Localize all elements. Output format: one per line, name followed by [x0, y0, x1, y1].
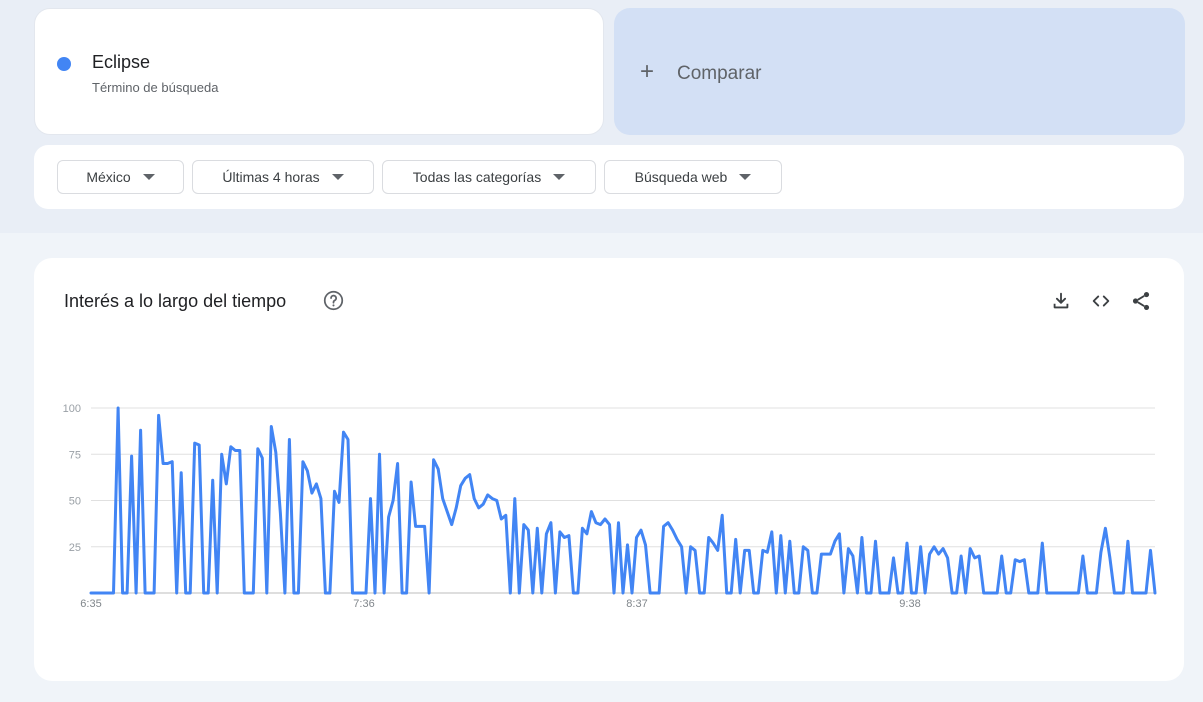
search-term-subtitle: Término de búsqueda [92, 80, 219, 95]
y-tick-label: 25 [69, 542, 81, 554]
caret-down-icon [739, 174, 752, 180]
search-type-dropdown-label: Búsqueda web [634, 169, 728, 185]
time-range-dropdown-label: Últimas 4 horas [222, 169, 320, 185]
series-color-dot [57, 57, 71, 71]
filter-bar: México Últimas 4 horas Todas las categor… [34, 145, 1184, 209]
x-tick-label: 7:36 [353, 598, 374, 610]
interest-chart: 100 75 50 25 6:35 7:36 8:37 9:38 [63, 403, 1157, 610]
caret-down-icon [142, 174, 155, 180]
region-dropdown-label: México [86, 169, 131, 185]
interest-over-time-card: Interés a lo largo del tiempo 100 75 50 25 6… [34, 258, 1184, 681]
search-term-card[interactable]: Eclipse Término de búsqueda [34, 8, 604, 135]
caret-down-icon [553, 174, 566, 180]
x-tick-label: 9:38 [899, 598, 920, 610]
x-tick-label: 6:35 [80, 598, 101, 610]
compare-label: Comparar [677, 63, 762, 84]
x-tick-label: 8:37 [626, 598, 647, 610]
y-tick-label: 100 [63, 403, 81, 415]
caret-down-icon [331, 174, 344, 180]
y-tick-label: 50 [69, 496, 81, 508]
region-dropdown[interactable]: México [57, 160, 184, 194]
compare-button[interactable]: + Comparar [614, 8, 1185, 135]
search-type-dropdown[interactable]: Búsqueda web [604, 160, 782, 194]
y-tick-label: 75 [69, 449, 81, 461]
plus-icon: + [640, 58, 655, 85]
category-dropdown[interactable]: Todas las categorías [382, 160, 596, 194]
search-term-name[interactable]: Eclipse [92, 52, 150, 73]
category-dropdown-label: Todas las categorías [412, 169, 542, 185]
time-range-dropdown[interactable]: Últimas 4 horas [192, 160, 374, 194]
